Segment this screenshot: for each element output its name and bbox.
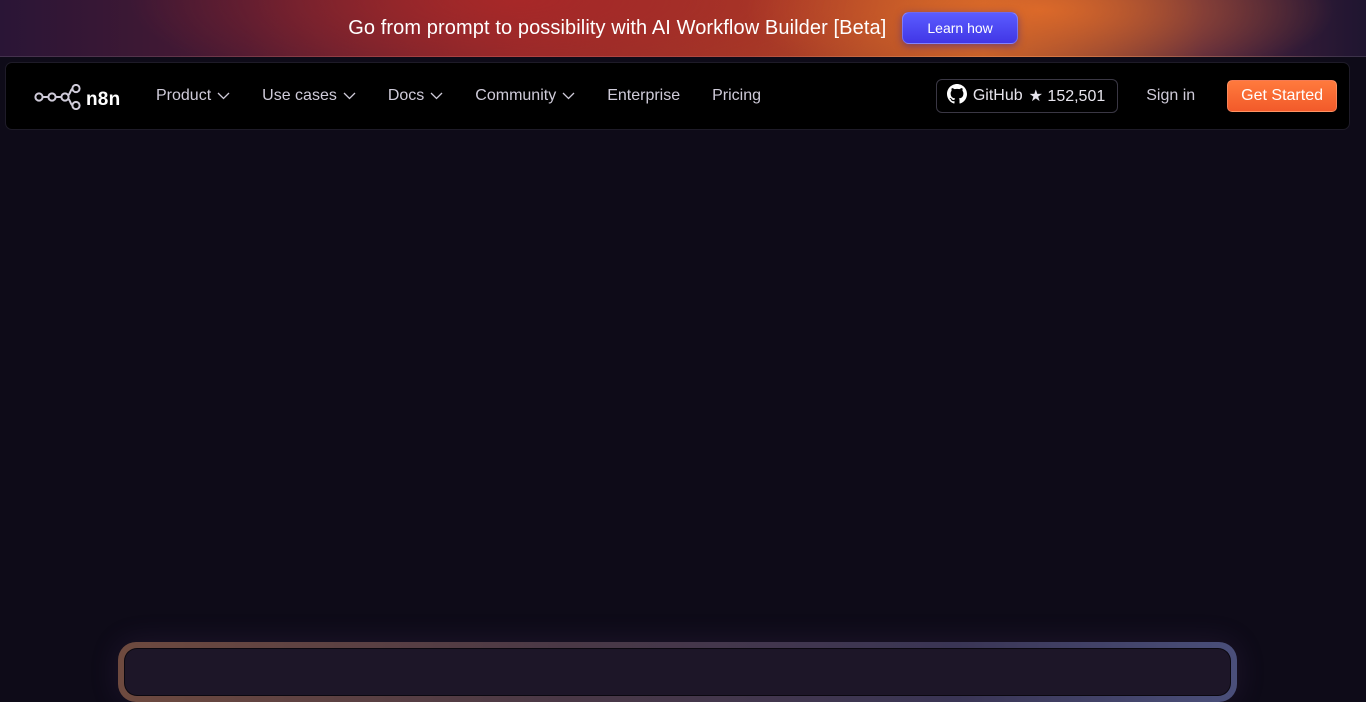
github-stars-count: ★ 152,501 [1028,88,1106,105]
chevron-down-icon [343,92,356,100]
product-preview-frame [118,642,1237,702]
product-preview-inner [124,648,1231,696]
sign-in-link[interactable]: Sign in [1146,87,1195,105]
nav-item-product[interactable]: Product [156,87,230,105]
logo-link[interactable]: n8n [34,83,121,115]
nav-item-label: Pricing [712,87,762,104]
nav-item-label: Product [156,87,212,104]
n8n-logo-icon [34,83,82,115]
hero-section [0,131,1366,682]
learn-how-button[interactable]: Learn how [902,12,1018,44]
github-icon [946,83,967,109]
get-started-button[interactable]: Get Started [1227,80,1337,112]
nav-item-label: Docs [387,87,425,104]
nav-item-label: Community [475,87,557,104]
nav-item-label: Use cases [262,87,337,104]
nav-item-use-cases[interactable]: Use cases [262,87,356,105]
announcement-banner: Go from prompt to possibility with AI Wo… [0,0,1366,57]
banner-text: Go from prompt to possibility with AI Wo… [348,16,887,39]
chevron-down-icon [430,92,443,100]
github-stars-button[interactable]: GitHub ★ 152,501 [935,79,1119,113]
github-label: GitHub [972,87,1023,104]
main-navbar: n8n Product Use cases Docs Community Ent… [5,62,1350,130]
chevron-down-icon [562,92,575,100]
nav-item-enterprise[interactable]: Enterprise [607,87,680,105]
chevron-down-icon [217,92,230,100]
nav-item-label: Enterprise [607,87,681,104]
nav-item-community[interactable]: Community [475,87,575,105]
logo-text: n8n [86,88,121,110]
nav-links: Product Use cases Docs Community Enterpr… [156,63,793,129]
nav-item-docs[interactable]: Docs [388,87,443,105]
nav-actions: GitHub ★ 152,501 Sign in Get Started [935,63,1337,129]
nav-item-pricing[interactable]: Pricing [712,87,761,105]
